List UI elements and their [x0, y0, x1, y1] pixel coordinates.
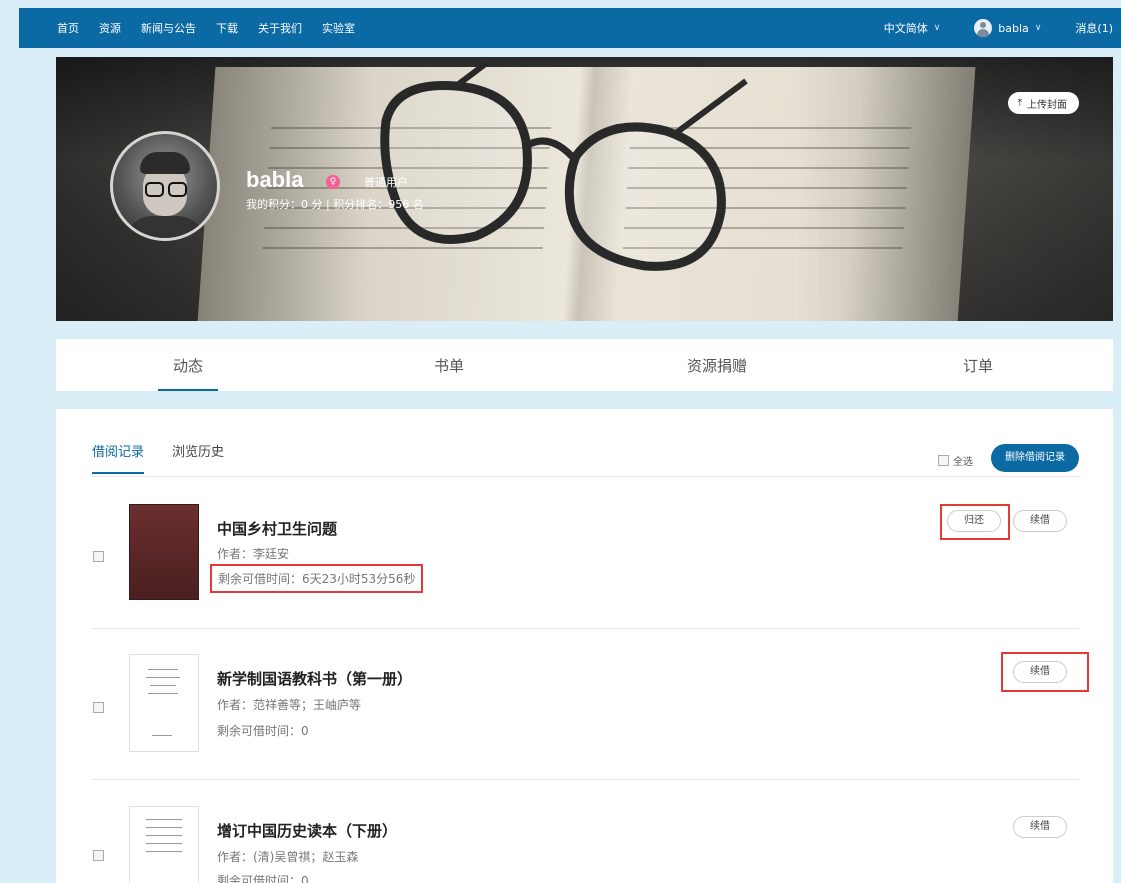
language-label: 中文简体 — [883, 22, 928, 35]
renew-button[interactable]: 续借 — [1013, 661, 1067, 683]
user-avatar-icon — [974, 19, 993, 37]
remaining-time: 剩余可借时间：6天23小时53分56秒 — [210, 564, 424, 593]
nav-download[interactable]: 下载 — [216, 20, 238, 36]
tab-activity[interactable]: 动态 — [98, 339, 278, 391]
main-nav: 首页 资源 新闻与公告 下载 关于我们 实验室 — [57, 8, 355, 48]
tab-borrow-records[interactable]: 借阅记录 — [92, 441, 145, 474]
book-cover[interactable] — [129, 654, 199, 752]
tab-orders[interactable]: 订单 — [888, 339, 1068, 391]
book-author: 作者：(清)吴曾祺；赵玉森 — [217, 850, 359, 864]
book-title[interactable]: 中国乡村卫生问题 — [217, 518, 337, 539]
nav-resources[interactable]: 资源 — [99, 20, 121, 36]
select-all[interactable]: 全选 — [938, 453, 973, 468]
book-cover[interactable] — [129, 806, 199, 883]
list-item: 增订中国历史读本（下册） 作者：(清)吴曾祺；赵玉森 剩余可借时间：0 续借 — [56, 806, 1113, 883]
return-button[interactable]: 归还 — [947, 510, 1001, 532]
upload-cover-button[interactable]: ⤒ 上传封面 — [1007, 92, 1079, 114]
book-title[interactable]: 增订中国历史读本（下册） — [217, 820, 397, 841]
profile-avatar — [110, 131, 220, 241]
nav-news[interactable]: 新闻与公告 — [141, 20, 196, 36]
sub-tabs: 借阅记录 浏览历史 — [92, 441, 224, 474]
messages-link[interactable]: 消息(1) — [1075, 20, 1113, 36]
tab-booklist[interactable]: 书单 — [359, 339, 539, 391]
profile-username: babla — [246, 167, 304, 192]
list-item: 中国乡村卫生问题 作者：李廷安 剩余可借时间：6天23小时53分56秒 归还 续… — [56, 504, 1113, 629]
upload-icon: ⤒ — [1017, 97, 1022, 109]
delete-records-button[interactable]: 删除借阅记录 — [991, 444, 1079, 472]
chevron-down-icon: ∨ — [1034, 23, 1042, 33]
language-selector[interactable]: 中文简体 ∨ — [884, 20, 941, 36]
remaining-time: 剩余可借时间：0 — [217, 874, 309, 883]
item-checkbox[interactable] — [93, 850, 104, 861]
user-role: 普通用户 — [364, 176, 408, 189]
top-navbar: 首页 资源 新闻与公告 下载 关于我们 实验室 中文简体 ∨ babla ∨ 消… — [19, 8, 1121, 48]
upload-cover-label: 上传封面 — [1027, 99, 1067, 111]
item-checkbox[interactable] — [93, 551, 104, 562]
nav-home[interactable]: 首页 — [57, 20, 79, 36]
topbar-right: 中文简体 ∨ babla ∨ 消息(1) — [884, 8, 1113, 48]
book-author: 作者：范祥善等；王岫庐等 — [217, 698, 362, 712]
chevron-down-icon: ∨ — [933, 23, 941, 33]
remaining-time: 剩余可借时间：0 — [217, 724, 309, 738]
tab-donation[interactable]: 资源捐赠 — [627, 339, 807, 391]
profile-banner: babla ♀ 普通用户 我的积分：0 分 | 积分排名：956 名 ⤒ 上传封… — [56, 57, 1113, 321]
item-checkbox[interactable] — [93, 702, 104, 713]
nav-about[interactable]: 关于我们 — [258, 20, 302, 36]
profile-tabs: 动态 书单 资源捐赠 订单 — [56, 339, 1113, 391]
female-icon: ♀ — [326, 175, 340, 189]
divider — [92, 779, 1079, 780]
renew-button[interactable]: 续借 — [1013, 816, 1067, 838]
book-author: 作者：李廷安 — [217, 547, 290, 561]
tab-browse-history[interactable]: 浏览历史 — [172, 441, 224, 474]
username-label: babla — [998, 21, 1029, 35]
borrow-panel: 借阅记录 浏览历史 全选 删除借阅记录 中国乡村卫生问题 作者：李廷安 剩余可借… — [56, 409, 1113, 883]
user-menu[interactable]: babla ∨ — [974, 19, 1041, 37]
select-all-label: 全选 — [953, 457, 973, 468]
renew-button[interactable]: 续借 — [1013, 510, 1067, 532]
book-title[interactable]: 新学制国语教科书（第一册） — [217, 668, 412, 689]
divider — [92, 628, 1079, 629]
book-cover[interactable] — [129, 504, 199, 600]
score-info: 我的积分：0 分 | 积分排名：956 名 — [246, 198, 424, 211]
nav-lab[interactable]: 实验室 — [322, 20, 355, 36]
list-item: 新学制国语教科书（第一册） 作者：范祥善等；王岫庐等 剩余可借时间：0 续借 — [56, 652, 1113, 779]
select-all-checkbox[interactable] — [938, 455, 949, 466]
divider — [92, 476, 1079, 477]
